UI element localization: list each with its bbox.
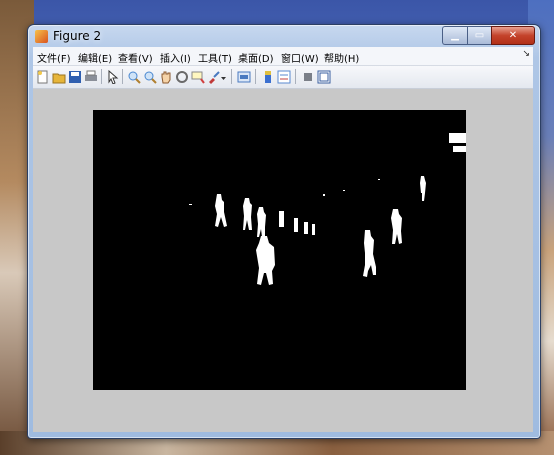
- toolbar-separator: [101, 69, 102, 84]
- menu-file[interactable]: 文件(F): [37, 50, 71, 65]
- figure-toolbar: [33, 66, 533, 89]
- menu-bar: 文件(F) 编辑(E) 查看(V) 插入(I) 工具(T) 桌面(D) 窗口(W…: [33, 47, 533, 66]
- person-silhouette: [243, 198, 252, 230]
- figure-window: Figure 2 ▁ ▭ ✕ 文件(F) 编辑(E) 查看(V) 插入(I) 工…: [27, 24, 541, 439]
- colorbar-icon[interactable]: [261, 69, 275, 83]
- zoom-out-icon[interactable]: [143, 69, 157, 84]
- person-silhouette: [256, 236, 275, 285]
- rotate-3d-icon[interactable]: [175, 69, 189, 83]
- menu-overflow-icon[interactable]: ↘: [522, 49, 530, 59]
- save-icon[interactable]: [68, 69, 82, 83]
- person-silhouette: [304, 222, 308, 234]
- toolbar-separator: [295, 69, 296, 84]
- toolbar-separator: [255, 69, 256, 84]
- brush-icon[interactable]: [207, 69, 221, 84]
- menu-view[interactable]: 查看(V): [118, 50, 153, 65]
- pan-icon[interactable]: [159, 69, 173, 84]
- data-cursor-icon[interactable]: [191, 69, 205, 84]
- person-silhouette: [294, 218, 298, 232]
- menu-tools[interactable]: 工具(T): [198, 50, 232, 65]
- close-icon: ✕: [508, 30, 518, 41]
- person-silhouette: [391, 209, 402, 244]
- person-silhouette: [312, 224, 315, 235]
- print-icon[interactable]: [84, 69, 98, 83]
- person-silhouette: [420, 176, 426, 201]
- maximize-button[interactable]: ▭: [467, 26, 491, 45]
- person-silhouette: [279, 211, 284, 227]
- figure-canvas: [33, 89, 533, 432]
- menu-edit[interactable]: 编辑(E): [78, 50, 112, 65]
- binary-image[interactable]: [93, 110, 466, 390]
- menu-window[interactable]: 窗口(W): [281, 50, 319, 65]
- open-file-icon[interactable]: [52, 69, 66, 84]
- show-plot-tools-icon[interactable]: [317, 69, 331, 84]
- brush-dropdown-icon[interactable]: [221, 69, 227, 83]
- maximize-icon: ▭: [474, 30, 485, 41]
- person-silhouette: [257, 207, 266, 237]
- minimize-icon: ▁: [451, 30, 459, 41]
- person-silhouette: [363, 230, 376, 277]
- toolbar-separator: [122, 69, 123, 84]
- legend-icon[interactable]: [277, 69, 291, 84]
- zoom-in-icon[interactable]: [127, 69, 141, 84]
- image-patch: [453, 146, 466, 152]
- menu-help[interactable]: 帮助(H): [324, 50, 359, 65]
- hide-plot-tools-icon[interactable]: [301, 69, 315, 83]
- toolbar-separator: [231, 69, 232, 84]
- menu-desktop[interactable]: 桌面(D): [238, 50, 274, 65]
- image-silhouettes: [189, 133, 466, 285]
- matlab-icon: [35, 30, 48, 43]
- window-title: Figure 2: [53, 29, 102, 43]
- title-bar[interactable]: Figure 2 ▁ ▭ ✕: [28, 25, 540, 47]
- link-plot-icon[interactable]: [237, 69, 251, 83]
- minimize-button[interactable]: ▁: [442, 26, 467, 45]
- pointer-icon[interactable]: [106, 69, 120, 85]
- new-figure-icon[interactable]: [36, 69, 50, 84]
- person-silhouette: [215, 194, 227, 227]
- image-patch: [449, 133, 466, 143]
- close-button[interactable]: ✕: [491, 26, 535, 45]
- menu-insert[interactable]: 插入(I): [160, 50, 191, 65]
